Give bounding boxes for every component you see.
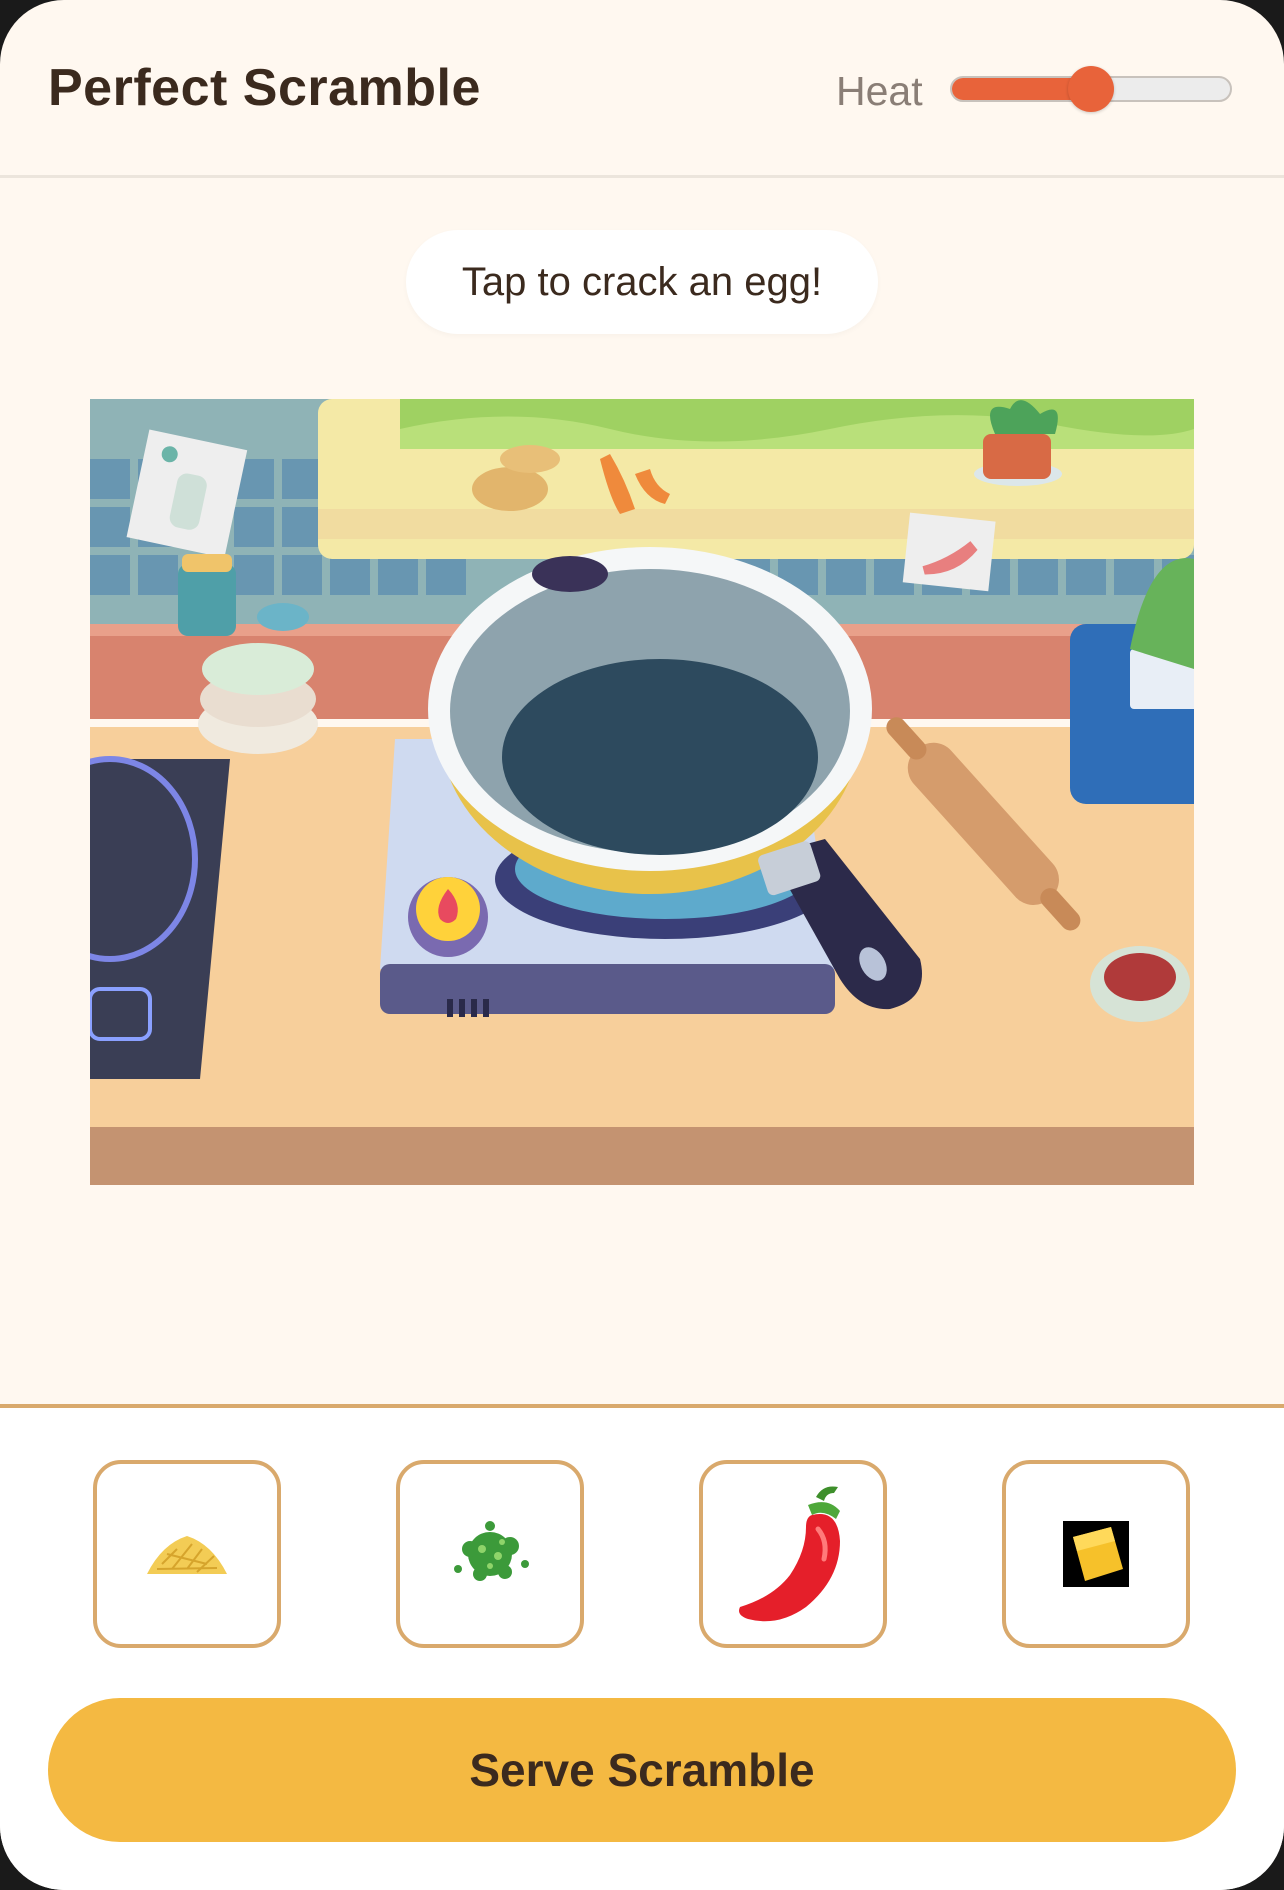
chili-pepper-icon <box>739 1486 840 1622</box>
heat-label: Heat <box>836 68 923 114</box>
ingredient-slot-chives[interactable] <box>396 1460 584 1648</box>
ingredient-slot-butter[interactable] <box>1002 1460 1190 1648</box>
butter-icon <box>1063 1521 1129 1587</box>
kitchen-scene[interactable] <box>90 399 1194 1185</box>
ingredient-slot-cheese[interactable] <box>93 1460 281 1648</box>
instruction-bubble: Tap to crack an egg! <box>406 230 878 334</box>
cheese-icon <box>147 1536 227 1574</box>
chives-icon <box>454 1521 529 1581</box>
heat-slider-thumb[interactable] <box>1068 66 1114 112</box>
game-title: Perfect Scramble <box>48 59 481 117</box>
ingredient-slot-chili[interactable] <box>699 1460 887 1648</box>
kitchen-illustration <box>90 399 1194 1185</box>
game-screen: Perfect Scramble Heat Tap to crack an eg… <box>0 0 1284 1890</box>
serve-button[interactable]: Serve Scramble <box>48 1698 1236 1842</box>
header-bar: Perfect Scramble Heat <box>0 0 1284 178</box>
